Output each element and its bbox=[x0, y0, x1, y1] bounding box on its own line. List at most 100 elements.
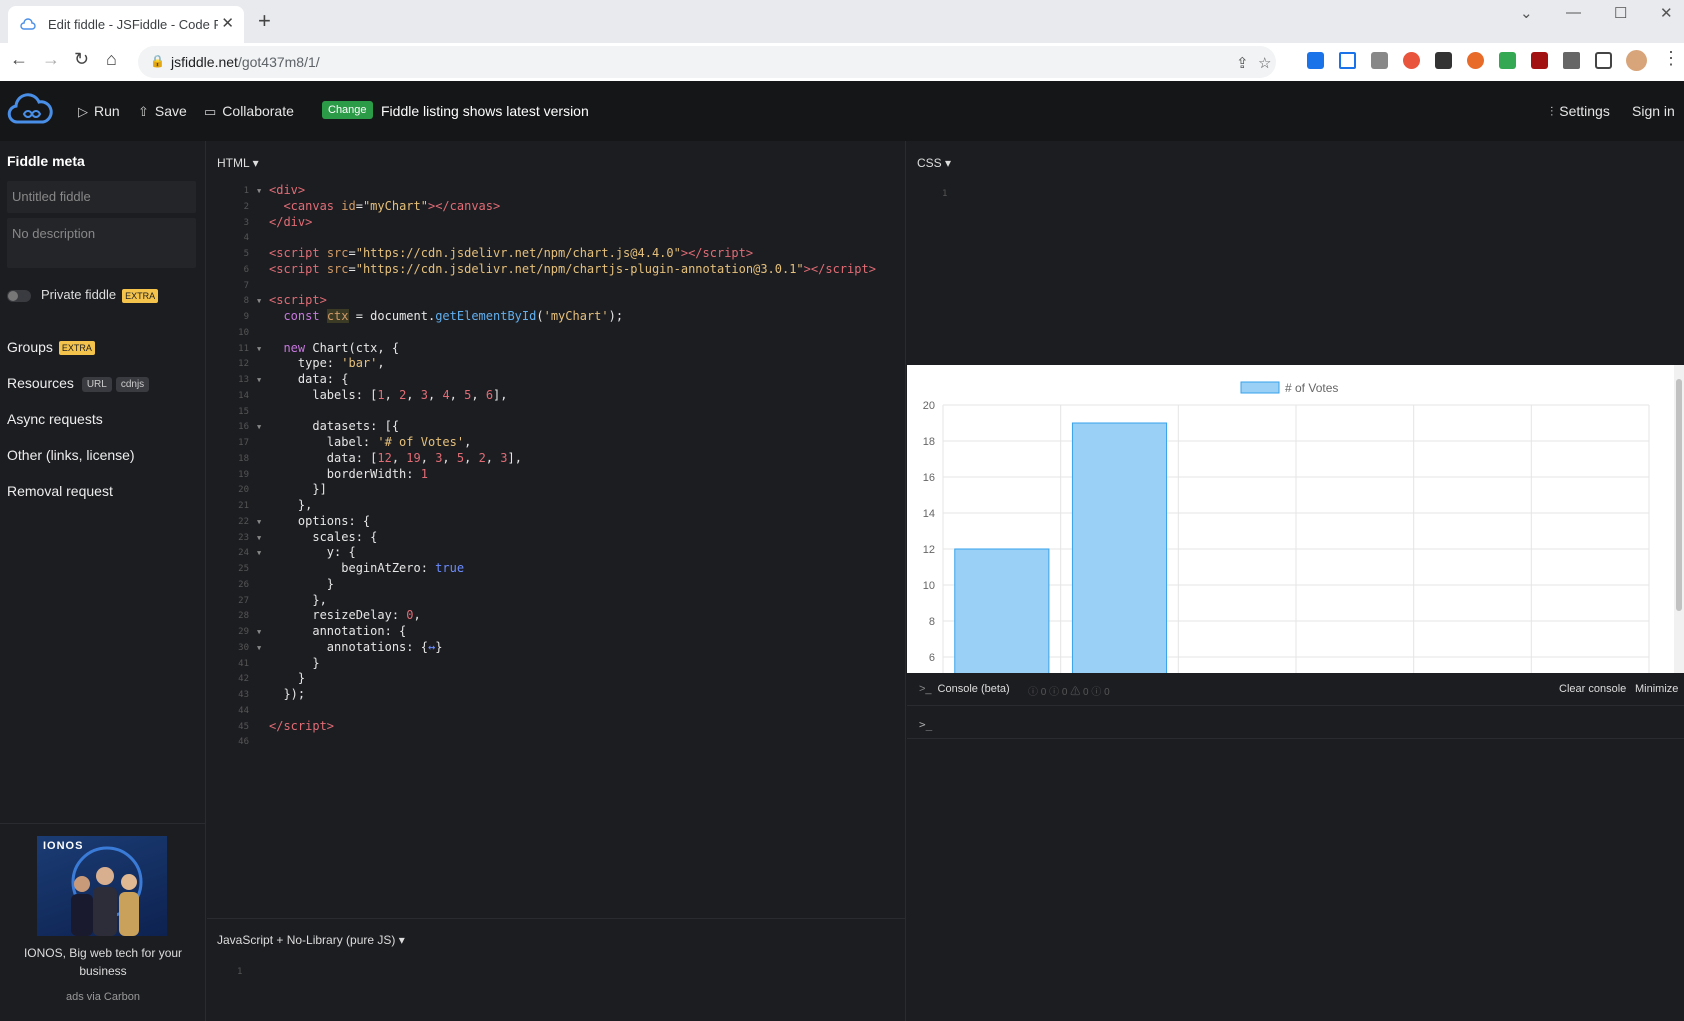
fiddle-title-input[interactable]: Untitled fiddle bbox=[7, 181, 196, 213]
home-icon[interactable]: ⌂ bbox=[106, 49, 117, 70]
reload-icon[interactable]: ↻ bbox=[74, 49, 89, 70]
code-line[interactable]: 13 ▼ data: { bbox=[207, 372, 906, 389]
bookmark-star-icon[interactable]: ☆ bbox=[1258, 54, 1271, 72]
back-icon[interactable]: ← bbox=[10, 49, 28, 70]
code-line[interactable]: 42 } bbox=[207, 671, 906, 688]
close-window-icon[interactable]: ✕ bbox=[1660, 4, 1673, 22]
fold-arrow-icon[interactable]: ▼ bbox=[257, 423, 261, 431]
code-line[interactable]: 10 bbox=[207, 325, 906, 342]
extension-google-icon[interactable] bbox=[1499, 52, 1516, 69]
code-line[interactable]: 24 ▼ y: { bbox=[207, 545, 906, 562]
fold-arrow-icon[interactable]: ▼ bbox=[257, 297, 261, 305]
sidebar-item-async-requests[interactable]: Async requests bbox=[7, 411, 103, 427]
code-line[interactable]: 27 }, bbox=[207, 593, 906, 610]
share-icon[interactable]: ⇪ bbox=[1236, 54, 1249, 72]
settings-button[interactable]: ⫶ Settings bbox=[1550, 103, 1610, 120]
extension-play-icon[interactable] bbox=[1339, 52, 1356, 69]
code-line[interactable]: 22 ▼ options: { bbox=[207, 514, 906, 531]
result-frame[interactable]: # of Votes2468101214161820 bbox=[907, 365, 1684, 766]
code-line[interactable]: 21 }, bbox=[207, 498, 906, 515]
url-badge[interactable]: URL bbox=[81, 376, 112, 392]
fold-arrow-icon[interactable]: ▼ bbox=[257, 534, 261, 542]
maximize-window-icon[interactable]: ☐ bbox=[1614, 4, 1627, 22]
code-line[interactable]: 1 ▼ <div> bbox=[207, 183, 906, 200]
extensions-puzzle-icon[interactable] bbox=[1563, 52, 1580, 69]
sidebar-item-other[interactable]: Other (links, license) bbox=[7, 447, 135, 463]
sidebar-item-groups[interactable]: Groups EXTRA bbox=[7, 339, 95, 356]
toggle-switch[interactable] bbox=[7, 289, 31, 302]
clear-console-button[interactable]: Clear console bbox=[1559, 683, 1626, 695]
console-prompt[interactable]: >_ bbox=[919, 718, 932, 731]
code-line[interactable]: 16 ▼ datasets: [{ bbox=[207, 419, 906, 436]
js-editor-panel[interactable]: JavaScript + No-Library (pure JS) ▾ 1 bbox=[207, 918, 906, 1021]
sidebar-item-resources[interactable]: Resources URL cdnjs bbox=[7, 375, 150, 392]
fold-arrow-icon[interactable]: ▼ bbox=[257, 644, 261, 652]
code-line[interactable]: 17 label: '# of Votes', bbox=[207, 435, 906, 452]
ad-via-label[interactable]: ads via Carbon bbox=[0, 991, 206, 1003]
private-fiddle-toggle[interactable]: Private fiddle EXTRA bbox=[7, 287, 159, 303]
sign-in-link[interactable]: Sign in bbox=[1632, 103, 1675, 119]
sidebar-item-removal-request[interactable]: Removal request bbox=[7, 483, 113, 499]
code-line[interactable]: 43 }); bbox=[207, 687, 906, 704]
code-line[interactable]: 41 } bbox=[207, 656, 906, 673]
fold-arrow-icon[interactable]: ▼ bbox=[257, 549, 261, 557]
code-line[interactable]: 11 ▼ new Chart(ctx, { bbox=[207, 341, 906, 358]
fiddle-description-input[interactable]: No description bbox=[7, 218, 196, 268]
ad-text[interactable]: IONOS, Big web tech for your business bbox=[10, 944, 196, 980]
change-button[interactable]: Change bbox=[322, 101, 373, 119]
code-line[interactable]: 7 bbox=[207, 278, 906, 295]
run-button[interactable]: ▷ Run bbox=[78, 103, 120, 120]
forward-icon[interactable]: → bbox=[42, 49, 60, 70]
extension-fire-icon[interactable] bbox=[1403, 52, 1420, 69]
new-tab-icon[interactable]: + bbox=[258, 8, 271, 34]
fold-arrow-icon[interactable]: ▼ bbox=[257, 345, 261, 353]
ad-image[interactable]: IONOS bbox=[37, 836, 167, 936]
result-scrollbar[interactable] bbox=[1674, 365, 1684, 673]
code-line[interactable]: 18 data: [12, 19, 3, 5, 2, 3], bbox=[207, 451, 906, 468]
code-line[interactable]: 8 ▼ <script> bbox=[207, 293, 906, 310]
code-line[interactable]: 28 resizeDelay: 0, bbox=[207, 608, 906, 625]
fold-arrow-icon[interactable]: ▼ bbox=[257, 376, 261, 384]
code-line[interactable]: 19 borderWidth: 1 bbox=[207, 467, 906, 484]
tab-search-icon[interactable]: ⌄ bbox=[1520, 4, 1533, 22]
cdnjs-badge[interactable]: cdnjs bbox=[115, 376, 150, 392]
address-bar[interactable]: 🔒 jsfiddle.net/got437m8/1/ ⇪ ☆ bbox=[138, 46, 1276, 78]
code-line[interactable]: 45 </script> bbox=[207, 719, 906, 736]
fold-arrow-icon[interactable]: ▼ bbox=[257, 187, 261, 195]
html-panel-header[interactable]: HTML ▾ bbox=[217, 156, 259, 170]
css-panel-header[interactable]: CSS ▾ bbox=[917, 156, 951, 170]
code-line[interactable]: 12 type: 'bar', bbox=[207, 356, 906, 373]
code-line[interactable]: 23 ▼ scales: { bbox=[207, 530, 906, 547]
code-line[interactable]: 44 bbox=[207, 703, 906, 720]
code-line[interactable]: 4 bbox=[207, 230, 906, 247]
extension-s-icon[interactable] bbox=[1307, 52, 1324, 69]
extension-dots-icon[interactable] bbox=[1435, 52, 1452, 69]
browser-menu-icon[interactable]: ⋮ bbox=[1662, 48, 1680, 69]
minimize-window-icon[interactable]: — bbox=[1566, 4, 1581, 21]
extension-bird-icon[interactable] bbox=[1371, 52, 1388, 69]
html-editor-panel[interactable]: HTML ▾ 1 ▼ <div> 2 <canvas id="myChart"></c… bbox=[207, 141, 906, 918]
code-line[interactable]: 15 bbox=[207, 404, 906, 421]
close-tab-icon[interactable]: ✕ bbox=[221, 14, 234, 32]
console-title[interactable]: >_ Console (beta) bbox=[919, 683, 1010, 695]
code-line[interactable]: 6 <script src="https://cdn.jsdelivr.net/n… bbox=[207, 262, 906, 279]
code-line[interactable]: 9 const ctx = document.getElementById('m… bbox=[207, 309, 906, 326]
fold-arrow-icon[interactable]: ▼ bbox=[257, 628, 261, 636]
collaborate-button[interactable]: ▭ Collaborate bbox=[204, 103, 294, 120]
carbon-ad[interactable]: IONOS IONOS, Big web tech for your busin… bbox=[0, 823, 206, 1021]
scrollbar-thumb[interactable] bbox=[1676, 379, 1682, 611]
code-line[interactable]: 2 <canvas id="myChart"></canvas> bbox=[207, 199, 906, 216]
code-line[interactable]: 20 }] bbox=[207, 482, 906, 499]
code-line[interactable]: 5 <script src="https://cdn.jsdelivr.net/n… bbox=[207, 246, 906, 263]
profile-avatar[interactable] bbox=[1626, 50, 1647, 71]
code-line[interactable]: 3 </div> bbox=[207, 215, 906, 232]
save-button[interactable]: ⇧ Save bbox=[138, 103, 187, 120]
sidebar-toggle-icon[interactable] bbox=[1595, 52, 1612, 69]
code-line[interactable]: 30 ▼ annotations: {↔} bbox=[207, 640, 906, 657]
js-panel-header[interactable]: JavaScript + No-Library (pure JS) ▾ bbox=[217, 933, 405, 947]
code-line[interactable]: 46 bbox=[207, 734, 906, 751]
css-editor-panel[interactable]: CSS ▾ 1 bbox=[907, 141, 1684, 365]
code-line[interactable]: 25 beginAtZero: true bbox=[207, 561, 906, 578]
code-line[interactable]: 14 labels: [1, 2, 3, 4, 5, 6], bbox=[207, 388, 906, 405]
browser-tab[interactable]: Edit fiddle - JSFiddle - Code Playground… bbox=[8, 6, 244, 43]
